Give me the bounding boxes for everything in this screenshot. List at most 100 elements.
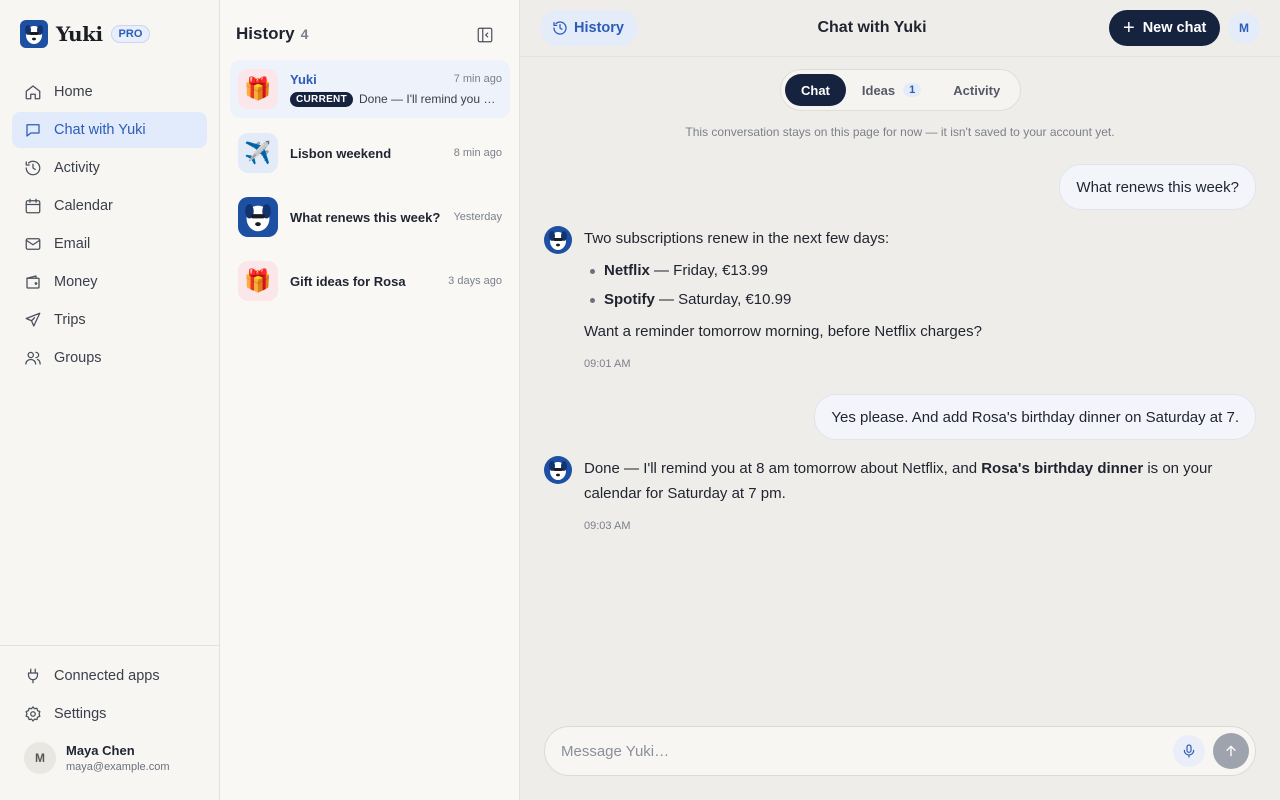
history-panel: History 4 🎁 Yuki 7 min ago CURRENT Done … — [220, 0, 520, 800]
history-count: 4 — [300, 26, 309, 42]
current-badge: CURRENT — [290, 91, 353, 107]
yuki-avatar-icon — [238, 197, 278, 237]
history-icon — [25, 160, 41, 176]
chat-icon — [26, 124, 40, 137]
history-item-time: 3 days ago — [448, 275, 502, 287]
history-item-text: Lisbon weekend 8 min ago — [290, 146, 502, 161]
nav-label: Groups — [54, 350, 102, 366]
message-timestamp: 09:03 AM — [584, 520, 631, 532]
tab-ideas[interactable]: Ideas 1 — [846, 74, 937, 106]
collapse-panel-button[interactable] — [474, 24, 496, 46]
nav-label: Money — [54, 274, 98, 290]
avatar[interactable]: M — [1228, 12, 1260, 44]
nav-list: Home Chat with Yuki Activity Calendar Em… — [12, 74, 207, 378]
yuki-logo-icon — [20, 20, 48, 48]
home-icon — [25, 85, 41, 100]
calendar-icon — [25, 198, 41, 214]
brand-name: Yuki — [56, 22, 103, 46]
plus-icon: + — [1123, 17, 1135, 39]
nav-item-connected-apps[interactable]: Connected apps — [12, 658, 207, 694]
history-title: History — [236, 24, 295, 43]
message-text: Two subscriptions renew in the next few … — [584, 230, 890, 247]
history-header: History 4 — [236, 24, 308, 44]
history-item[interactable]: ✈️ Lisbon weekend 8 min ago — [230, 124, 510, 182]
nav-label: Connected apps — [54, 668, 160, 684]
nav-label: Chat with Yuki — [54, 122, 146, 138]
nav-item-home[interactable]: Home — [12, 74, 207, 110]
gift-icon: 🎁 — [238, 69, 278, 109]
mail-icon — [25, 238, 41, 250]
wallet-icon — [26, 275, 40, 289]
yuki-avatar-icon — [544, 456, 572, 484]
message-text: Done — I'll remind you at 8 am tomorrow … — [584, 456, 1224, 506]
user-message: Yes please. And add Rosa's birthday dinn… — [814, 394, 1256, 440]
list-item-name: Spotify — [604, 291, 655, 308]
users-icon — [25, 351, 41, 365]
list-item-detail: — Saturday, €10.99 — [654, 291, 792, 308]
sidebar-nav: Yuki PRO Home Chat with Yuki Activity Ca… — [0, 0, 220, 800]
history-item-name: Yuki — [290, 71, 317, 87]
chat-main: History Chat with Yuki + New chat M Chat… — [520, 0, 1280, 800]
user-info: Maya Chen maya@example.com — [66, 743, 169, 773]
nav-bottom: Connected apps Settings M Maya Chen maya… — [0, 645, 219, 774]
arrow-up-icon — [1226, 745, 1236, 757]
user-name: Maya Chen — [66, 743, 135, 758]
tab-label: Chat — [801, 82, 830, 98]
assistant-message-body: Done — I'll remind you at 8 am tomorrow … — [584, 456, 1224, 539]
tab-activity[interactable]: Activity — [937, 74, 1016, 106]
plug-icon — [27, 668, 39, 684]
subscription-list: Netflix — Friday, €13.99 Spotify — Satur… — [584, 256, 1244, 314]
send-button[interactable] — [1213, 733, 1249, 769]
assistant-message: Two subscriptions renew in the next few … — [544, 226, 1244, 377]
nav-label: Calendar — [54, 198, 113, 214]
history-item-text: Yuki 7 min ago CURRENT Done — I'll remin… — [290, 72, 502, 107]
nav-label: Email — [54, 236, 91, 252]
new-chat-label: New chat — [1142, 20, 1207, 36]
tab-count-badge: 1 — [903, 83, 922, 97]
list-item: Spotify — Saturday, €10.99 — [584, 285, 1244, 314]
history-item[interactable]: What renews this week? Yesterday — [230, 188, 510, 246]
assistant-message-body: Two subscriptions renew in the next few … — [584, 226, 1244, 377]
message-text: Want a reminder tomorrow morning, before… — [584, 323, 982, 340]
voice-input-button[interactable] — [1173, 735, 1205, 767]
tab-chat[interactable]: Chat — [785, 74, 846, 106]
message-input[interactable] — [561, 727, 1161, 775]
gift-icon: 🎁 — [238, 261, 278, 301]
message-timestamp: 09:01 AM — [584, 358, 631, 370]
new-chat-button[interactable]: + New chat — [1109, 10, 1221, 46]
list-item: Netflix — Friday, €13.99 — [584, 256, 1244, 285]
nav-item-email[interactable]: Email — [12, 226, 207, 262]
brand[interactable]: Yuki PRO — [20, 20, 151, 48]
nav-item-groups[interactable]: Groups — [12, 340, 207, 376]
nav-label: Trips — [54, 312, 86, 328]
avatar: M — [24, 742, 56, 774]
history-item[interactable]: 🎁 Yuki 7 min ago CURRENT Done — I'll rem… — [230, 60, 510, 118]
user-email: maya@example.com — [66, 761, 170, 773]
unsaved-notice: This conversation stays on this page for… — [685, 125, 1115, 139]
history-item-text: What renews this week? Yesterday — [290, 210, 502, 225]
history-list: 🎁 Yuki 7 min ago CURRENT Done — I'll rem… — [230, 60, 510, 316]
history-item-time: 7 min ago — [453, 73, 502, 85]
nav-item-settings[interactable]: Settings — [12, 696, 207, 732]
tab-label: Ideas — [861, 82, 896, 98]
nav-item-trips[interactable]: Trips — [12, 302, 207, 338]
user-profile[interactable]: M Maya Chen maya@example.com — [12, 742, 207, 774]
chat-topbar: History Chat with Yuki + New chat M — [520, 0, 1280, 57]
message-text-bold: Rosa's birthday dinner — [981, 460, 1144, 477]
history-item-name: What renews this week? — [290, 209, 441, 225]
history-item-time: 8 min ago — [453, 147, 502, 159]
history-item-text: Gift ideas for Rosa 3 days ago — [290, 274, 502, 289]
yuki-avatar-icon — [544, 226, 572, 254]
history-item-name: Gift ideas for Rosa — [290, 273, 406, 289]
nav-item-chat[interactable]: Chat with Yuki — [12, 112, 207, 148]
gear-icon — [25, 706, 41, 722]
nav-item-activity[interactable]: Activity — [12, 150, 207, 186]
nav-item-calendar[interactable]: Calendar — [12, 188, 207, 224]
list-item-detail: — Friday, €13.99 — [649, 262, 768, 279]
sidebar-collapse-icon — [477, 27, 493, 43]
nav-item-money[interactable]: Money — [12, 264, 207, 300]
list-item-name: Netflix — [604, 262, 650, 279]
history-item[interactable]: 🎁 Gift ideas for Rosa 3 days ago — [230, 252, 510, 310]
nav-label: Activity — [54, 160, 100, 176]
message-text-part: Done — I'll remind you at 8 am tomorrow … — [584, 460, 982, 477]
